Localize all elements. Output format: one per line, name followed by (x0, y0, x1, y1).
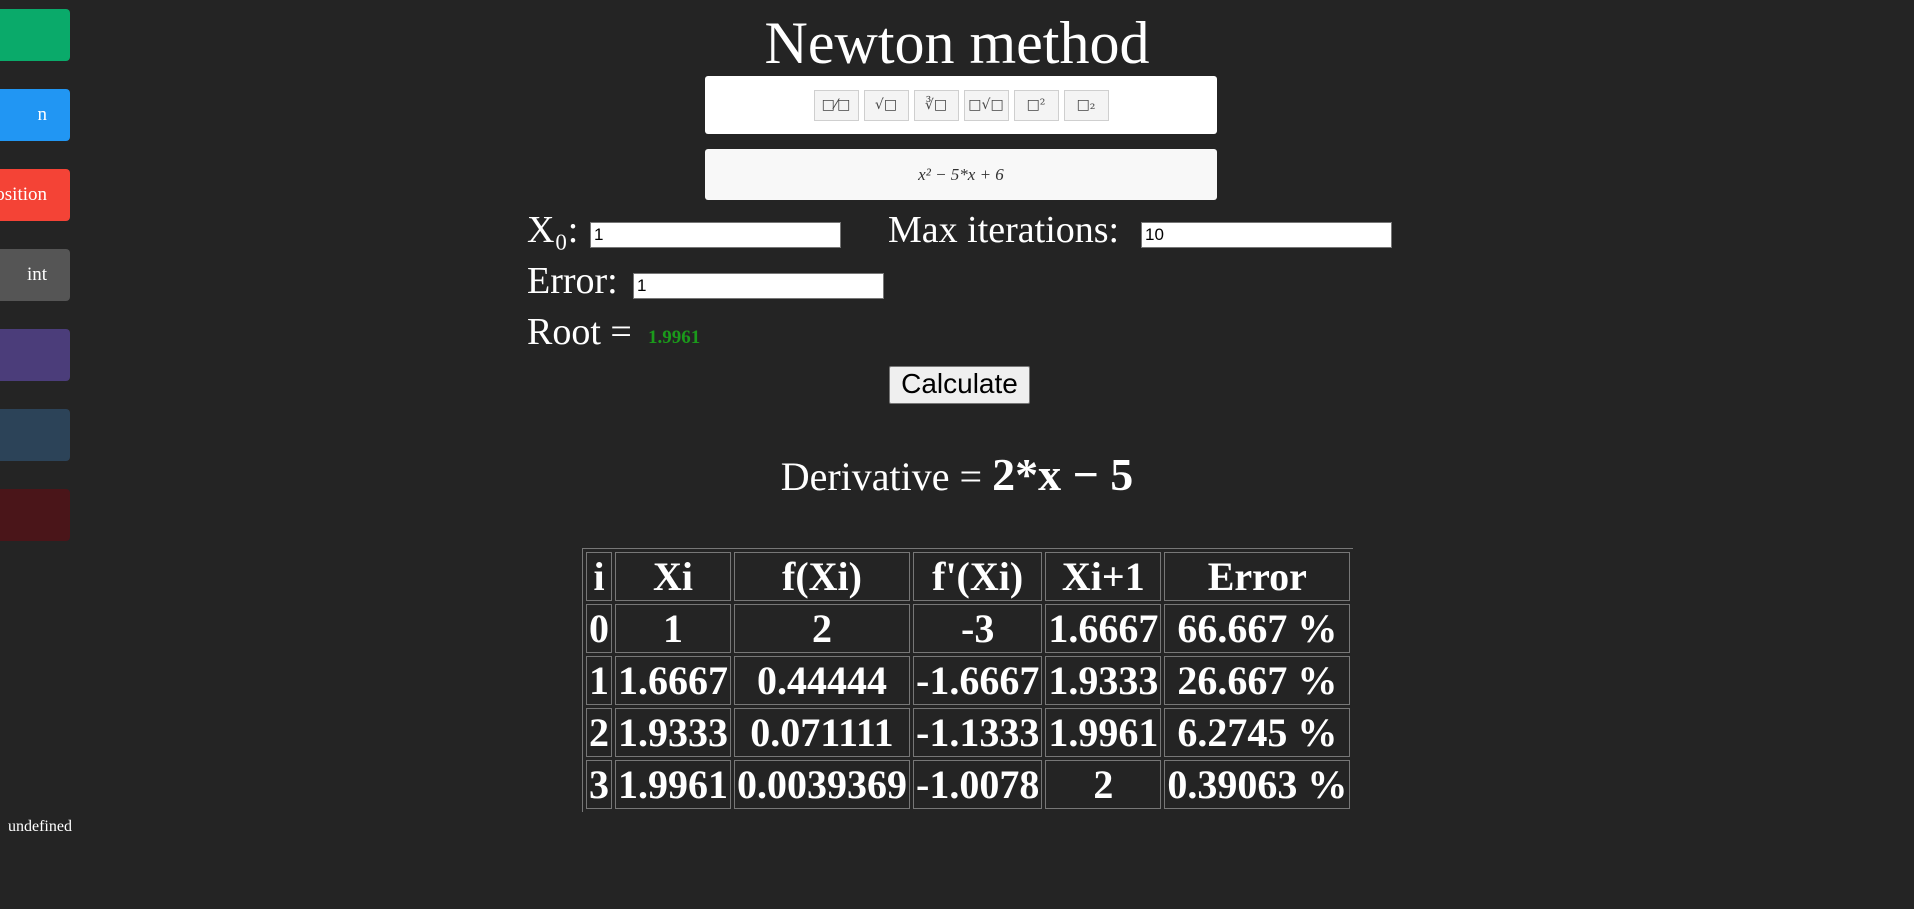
table-cell: 0.44444 (734, 656, 910, 705)
derivative-label: Derivative = (780, 454, 983, 499)
table-row: 1 1.6667 0.44444 -1.6667 1.9333 26.667 % (586, 656, 1351, 705)
calculate-button[interactable]: Calculate (889, 366, 1030, 404)
table-cell: 1 (615, 604, 731, 653)
table-cell: 2 (586, 708, 612, 757)
column-header: f(Xi) (734, 552, 910, 601)
superscript-icon[interactable]: □² (1013, 89, 1059, 121)
table-cell: 0.39063 % (1164, 760, 1351, 809)
sidebar-item-5[interactable] (0, 329, 70, 381)
max-iterations-label: Max iterations: (888, 209, 1120, 251)
table-cell: 0.0039369 (734, 760, 910, 809)
sidebar-item-4[interactable]: int (0, 249, 70, 301)
table-cell: 1.9333 (615, 708, 731, 757)
x0-label: X₀: (527, 209, 579, 251)
table-cell: 26.667 % (1164, 656, 1351, 705)
derivative-expression: 2*x − 5 (992, 449, 1134, 500)
cube-root-icon[interactable]: ∛□ (913, 89, 959, 121)
fraction-icon[interactable]: □⁄□ (813, 89, 859, 121)
table-cell: 0 (586, 604, 612, 653)
table-cell: -1.1333 (913, 708, 1043, 757)
table-cell: -1.6667 (913, 656, 1043, 705)
nth-root-icon[interactable]: □√□ (963, 89, 1009, 121)
math-toolbar: □⁄□ √□ ∛□ □√□ □² □₂ (705, 76, 1217, 134)
table-cell: 2 (1045, 760, 1162, 809)
table-cell: 3 (586, 760, 612, 809)
table-row: 2 1.9333 0.071111 -1.1333 1.9961 6.2745 … (586, 708, 1351, 757)
x0-input[interactable]: 1 (590, 222, 841, 248)
sidebar-item-label: n (37, 104, 48, 125)
column-header: i (586, 552, 612, 601)
formula-input[interactable]: x² − 5*x + 6 (705, 149, 1217, 200)
table-cell: 6.2745 % (1164, 708, 1351, 757)
error-input[interactable]: 1 (633, 273, 884, 299)
iterations-table: i Xi f(Xi) f'(Xi) Xi+1 Error 0 1 2 -3 1.… (582, 548, 1354, 812)
sidebar-item-label: int (26, 264, 47, 285)
sidebar-item-label: osition (0, 184, 47, 205)
table-cell: 1.9961 (1045, 708, 1162, 757)
table-header-row: i Xi f(Xi) f'(Xi) Xi+1 Error (586, 552, 1351, 601)
column-header: Error (1164, 552, 1351, 601)
table-row: 3 1.9961 0.0039369 -1.0078 2 0.39063 % (586, 760, 1351, 809)
sidebar-footer-text: undefined (8, 818, 72, 835)
table-cell: 0.071111 (734, 708, 910, 757)
formula-value: x² − 5*x + 6 (918, 164, 1004, 184)
derivative-display: Derivative = 2*x − 5 (0, 448, 1914, 504)
column-header: Xi+1 (1045, 552, 1162, 601)
table-cell: 1 (586, 656, 612, 705)
sqrt-icon[interactable]: √□ (863, 89, 909, 121)
root-label: Root = (527, 311, 632, 353)
table-row: 0 1 2 -3 1.6667 66.667 % (586, 604, 1351, 653)
table-cell: 1.9333 (1045, 656, 1162, 705)
table-cell: 1.6667 (615, 656, 731, 705)
column-header: f'(Xi) (913, 552, 1043, 601)
max-iterations-input[interactable]: 10 (1141, 222, 1392, 248)
table-cell: 1.6667 (1045, 604, 1162, 653)
sidebar-item-2[interactable]: n (0, 89, 70, 141)
column-header: Xi (615, 552, 731, 601)
table-cell: 2 (734, 604, 910, 653)
table-cell: -3 (913, 604, 1043, 653)
table-cell: -1.0078 (913, 760, 1043, 809)
error-label: Error: (527, 260, 618, 302)
root-value: 1.9961 (648, 327, 701, 348)
subscript-icon[interactable]: □₂ (1063, 89, 1109, 121)
table-cell: 66.667 % (1164, 604, 1351, 653)
sidebar-item-3[interactable]: osition (0, 169, 70, 221)
table-cell: 1.9961 (615, 760, 731, 809)
page-title: Newton method (764, 10, 1150, 76)
